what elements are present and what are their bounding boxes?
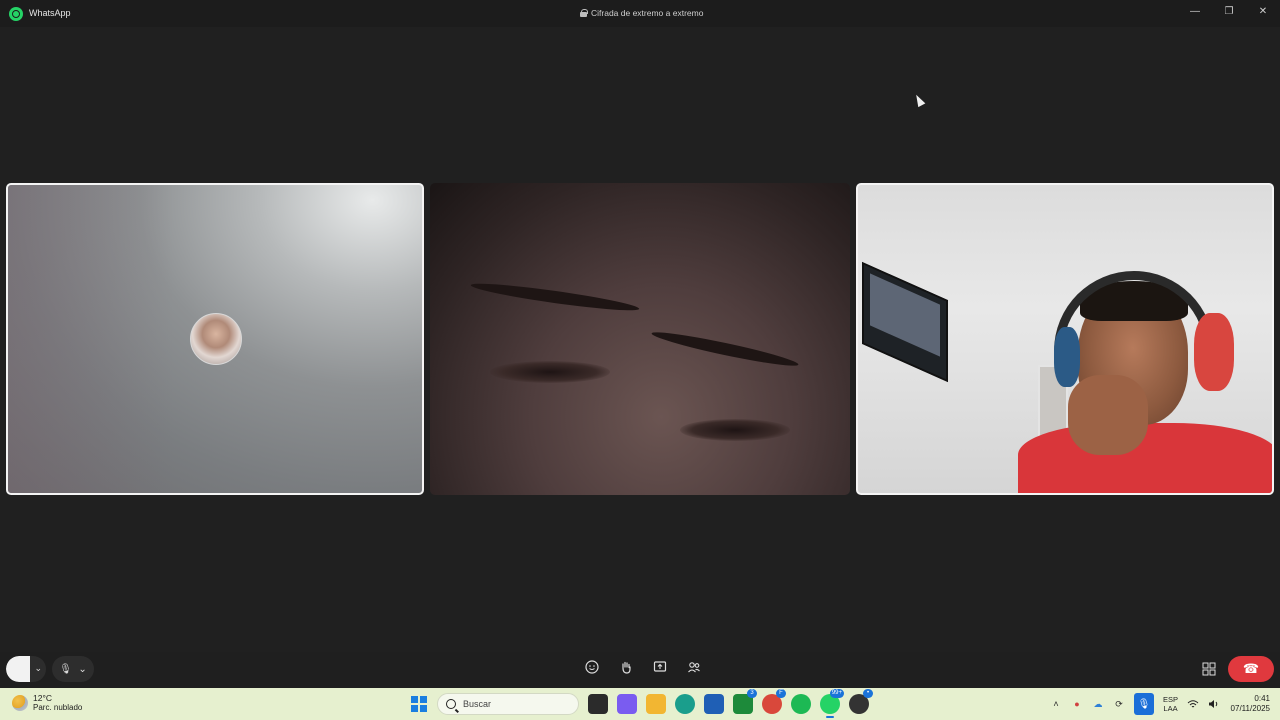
weather-desc: Parc. nublado xyxy=(33,703,83,712)
clock-date: 07/11/2025 xyxy=(1230,704,1270,713)
chevron-up-icon[interactable]: ˄ xyxy=(1050,698,1062,710)
close-button[interactable]: ✕ xyxy=(1246,0,1280,22)
mic-toggle-button[interactable]: 🎙 ⌄ xyxy=(52,656,94,682)
clock-time: 0:41 xyxy=(1254,694,1270,703)
video-feature xyxy=(490,361,610,383)
participant-tile-2[interactable] xyxy=(430,183,850,495)
onedrive-icon[interactable]: ☁ xyxy=(1092,698,1104,710)
lang-layout: LAA xyxy=(1163,704,1178,713)
system-clock[interactable]: 0:41 07/11/2025 xyxy=(1231,694,1270,714)
weather-widget[interactable]: 12°C Parc. nublado xyxy=(12,693,82,713)
participant-tile-3[interactable] xyxy=(856,183,1274,495)
video-feature xyxy=(650,327,800,371)
lock-icon xyxy=(580,9,588,17)
end-call-button[interactable]: ☎ xyxy=(1228,656,1274,682)
weather-icon xyxy=(12,695,28,711)
notification-badge: • xyxy=(863,689,873,698)
mouse-cursor xyxy=(912,92,926,108)
share-screen-icon[interactable] xyxy=(652,659,668,675)
participant-grid xyxy=(6,183,1274,495)
copilot-icon[interactable] xyxy=(617,694,637,714)
task-view-icon[interactable] xyxy=(588,694,608,714)
spotify-icon[interactable] xyxy=(791,694,811,714)
system-tray: ˄ ● ☁ ⟳ 🎙 ESP LAA xyxy=(1050,693,1220,715)
video-background-tv xyxy=(862,261,948,383)
title-bar: WhatsApp Cifrada de extremo a extremo — … xyxy=(0,0,1280,27)
xbox-icon[interactable]: 3 xyxy=(733,689,757,714)
volume-icon[interactable] xyxy=(1208,698,1220,710)
taskbar-search-input[interactable]: Buscar xyxy=(437,693,579,715)
pinned-apps: 3 F 99+ • xyxy=(588,689,873,718)
layout-grid-icon[interactable] xyxy=(1202,662,1216,676)
os-taskbar: 12°C Parc. nublado Buscar 3 F 99+ • ˄ ● ☁ ⟳… xyxy=(0,688,1280,720)
tray-app-icon[interactable]: ● xyxy=(1071,698,1083,710)
participants-icon[interactable] xyxy=(686,659,702,675)
wifi-icon[interactable] xyxy=(1187,698,1199,710)
weather-temp: 12°C xyxy=(33,693,52,703)
raise-hand-icon[interactable] xyxy=(618,659,634,675)
notification-badge: 99+ xyxy=(829,689,844,698)
participant-avatar xyxy=(190,313,242,365)
minimize-button[interactable]: — xyxy=(1178,0,1212,22)
search-icon xyxy=(446,699,456,709)
camera-toggle-button[interactable]: ⌄ xyxy=(6,656,46,682)
encryption-label: Cifrada de extremo a extremo xyxy=(591,8,704,18)
camera-preview xyxy=(6,656,30,682)
call-actions xyxy=(584,659,702,675)
chrome-icon[interactable]: F xyxy=(762,689,786,714)
chevron-down-icon[interactable]: ⌄ xyxy=(78,664,86,675)
video-feature xyxy=(680,419,790,441)
app-icon[interactable]: • xyxy=(849,689,873,714)
edge-icon[interactable] xyxy=(675,694,695,714)
microphone-in-use-icon[interactable]: 🎙 xyxy=(1134,693,1154,715)
store-icon[interactable] xyxy=(704,694,724,714)
app-title: WhatsApp xyxy=(29,8,71,18)
encryption-notice: Cifrada de extremo a extremo xyxy=(580,8,703,18)
lang-code: ESP xyxy=(1163,695,1179,704)
notification-badge: F xyxy=(776,689,786,698)
participant-tile-1[interactable] xyxy=(6,183,424,495)
phone-hangup-icon: ☎ xyxy=(1242,661,1260,676)
whatsapp-icon[interactable]: 99+ xyxy=(820,689,844,718)
video-feature xyxy=(469,279,641,315)
sync-icon[interactable]: ⟳ xyxy=(1113,698,1125,710)
notification-badge: 3 xyxy=(747,689,757,698)
window-controls: — ❐ ✕ xyxy=(1178,0,1280,27)
microphone-icon[interactable]: 🎙 xyxy=(59,664,72,675)
call-controls-bar: ⌄ 🎙 ⌄ ☎ xyxy=(0,652,1280,688)
search-placeholder: Buscar xyxy=(463,699,492,709)
video-feature xyxy=(1194,313,1234,391)
file-explorer-icon[interactable] xyxy=(646,694,666,714)
start-button-icon[interactable] xyxy=(411,696,427,712)
video-feature xyxy=(1054,327,1080,387)
chevron-down-icon[interactable]: ⌄ xyxy=(34,663,42,674)
restore-button[interactable]: ❐ xyxy=(1212,0,1246,22)
whatsapp-logo-icon xyxy=(9,7,23,21)
video-feature xyxy=(1068,375,1148,455)
language-indicator[interactable]: ESP LAA xyxy=(1163,695,1178,713)
emoji-icon[interactable] xyxy=(584,659,600,675)
